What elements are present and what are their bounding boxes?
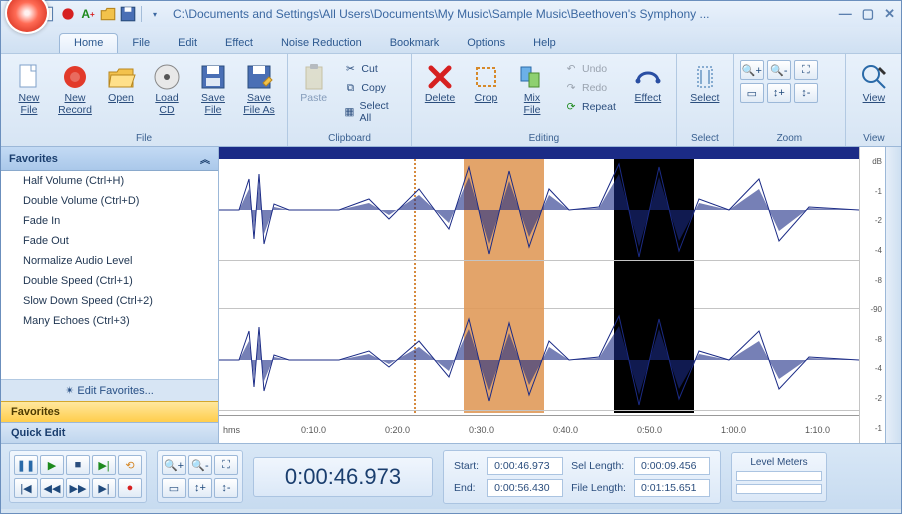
zoom-vout-2-button[interactable]: ↕- [214,478,238,498]
zoom-fit-button[interactable]: ⛶ [794,60,818,80]
sel-length-value: 0:00:09.456 [634,457,710,475]
zoom-out-button[interactable]: 🔍- [767,60,791,80]
zoom-v-in-button[interactable]: ↕+ [767,83,791,103]
scissors-icon: ✂ [343,62,357,76]
play-button[interactable]: ▶ [40,455,64,475]
list-item[interactable]: Double Volume (Ctrl+D) [1,191,218,211]
collapse-icon[interactable]: ︽ [200,151,210,166]
paste-button[interactable]: Paste [294,58,333,108]
favorites-list: Half Volume (Ctrl+H) Double Volume (Ctrl… [1,171,218,379]
save-file-button[interactable]: SaveFile [191,58,235,119]
list-item[interactable]: Fade In [1,211,218,231]
list-item[interactable]: Half Volume (Ctrl+H) [1,171,218,191]
waveform-canvas[interactable]: hms 0:10.0 0:20.0 0:30.0 0:40.0 0:50.0 1… [219,147,859,443]
vertical-scrollbar[interactable] [885,147,901,443]
select-button[interactable]: Select [683,58,727,108]
new-record-button[interactable]: NewRecord [53,58,97,119]
app-menu-button[interactable] [5,0,49,34]
select-all-icon: ▦ [343,105,355,119]
group-label-editing: Editing [412,131,676,146]
group-label-file: File [1,131,287,146]
list-item[interactable]: Normalize Audio Level [1,251,218,271]
tab-file[interactable]: File [118,34,164,53]
group-label-select: Select [677,131,733,146]
go-end-button[interactable]: ▶| [92,478,116,498]
list-item[interactable]: Fade Out [1,231,218,251]
sidebar-cat-favorites[interactable]: Favorites [1,401,218,422]
rewind-button[interactable]: ◀◀ [40,478,64,498]
zoom-sel-2-button[interactable]: ▭ [162,478,186,498]
list-item[interactable]: Slow Down Speed (Ctrl+2) [1,291,218,311]
save-as-button[interactable]: SaveFile As [237,58,281,119]
group-label-view: View [846,131,902,146]
repeat-button[interactable]: ⟳Repeat [560,98,620,116]
cut-button[interactable]: ✂Cut [339,60,401,78]
undo-icon: ↶ [564,62,578,76]
redo-button[interactable]: ↷Redo [560,79,620,97]
tab-edit[interactable]: Edit [164,34,211,53]
minimize-button[interactable]: — [839,6,852,22]
level-meters: Level Meters [731,452,827,502]
start-value: 0:00:46.973 [487,457,563,475]
tab-effect[interactable]: Effect [211,34,267,53]
time-ruler[interactable]: hms 0:10.0 0:20.0 0:30.0 0:40.0 0:50.0 1… [219,415,859,443]
view-button[interactable]: View [852,58,896,108]
maximize-button[interactable]: ▢ [862,6,874,22]
group-label-zoom: Zoom [734,131,845,146]
copy-button[interactable]: ⧉Copy [339,79,401,97]
zoom-controls: 🔍+ 🔍- ⛶ ▭ ↕+ ↕- [157,450,243,503]
qt-record-icon[interactable] [59,5,77,23]
time-display: 0:00:46.973 [253,457,433,497]
stop-button[interactable]: ■ [66,455,90,475]
crop-button[interactable]: Crop [464,58,508,108]
edit-favorites-button[interactable]: ✴ Edit Favorites... [1,379,218,401]
window-title: C:\Documents and Settings\All Users\Docu… [165,7,839,21]
file-length-value: 0:01:15.651 [634,479,710,497]
selection-info: Start:0:00:46.973 Sel Length:0:00:09.456… [454,457,710,497]
load-cd-button[interactable]: LoadCD [145,58,189,119]
list-item[interactable]: Many Echoes (Ctrl+3) [1,311,218,331]
qt-font-icon[interactable]: A+ [79,5,97,23]
sidebar-cat-quickedit[interactable]: Quick Edit [1,422,218,443]
tab-home[interactable]: Home [59,33,118,53]
mix-file-button[interactable]: MixFile [510,58,554,119]
qt-save-icon[interactable] [119,5,137,23]
repeat-icon: ⟳ [564,100,578,114]
delete-button[interactable]: Delete [418,58,462,108]
forward-button[interactable]: ▶▶ [66,478,90,498]
play-sel-button[interactable]: ▶| [92,455,116,475]
end-value: 0:00:56.430 [487,479,563,497]
open-button[interactable]: Open [99,58,143,108]
group-label-clipboard: Clipboard [288,131,411,146]
transport-controls: ❚❚ ▶ ■ ▶| ⟲ |◀ ◀◀ ▶▶ ▶| ● [9,450,147,503]
close-button[interactable]: ✕ [884,6,895,22]
db-scale: dB -1 -2 -4 -8 -90 -8 -4 -2 -1 [859,147,885,443]
zoom-in-2-button[interactable]: 🔍+ [162,455,186,475]
new-file-button[interactable]: NewFile [7,58,51,119]
qt-open-icon[interactable] [99,5,117,23]
tab-help[interactable]: Help [519,34,570,53]
loop-button[interactable]: ⟲ [118,455,142,475]
undo-button[interactable]: ↶Undo [560,60,620,78]
ribbon-tabs: Home File Edit Effect Noise Reduction Bo… [59,29,570,53]
record-button[interactable]: ● [118,478,142,498]
zoom-fit-2-button[interactable]: ⛶ [214,455,238,475]
pause-button[interactable]: ❚❚ [14,455,38,475]
zoom-in-button[interactable]: 🔍+ [740,60,764,80]
list-item[interactable]: Double Speed (Ctrl+1) [1,271,218,291]
qt-dropdown-icon[interactable]: ▾ [146,5,164,23]
copy-icon: ⧉ [343,81,357,95]
tab-options[interactable]: Options [453,34,519,53]
zoom-sel-button[interactable]: ▭ [740,83,764,103]
redo-icon: ↷ [564,81,578,95]
sidebar-header: Favorites [9,153,58,165]
zoom-v-out-button[interactable]: ↕- [794,83,818,103]
zoom-vin-2-button[interactable]: ↕+ [188,478,212,498]
go-start-button[interactable]: |◀ [14,478,38,498]
tab-noise[interactable]: Noise Reduction [267,34,376,53]
zoom-out-2-button[interactable]: 🔍- [188,455,212,475]
effect-button[interactable]: Effect [626,58,670,108]
select-all-button[interactable]: ▦Select All [339,98,401,126]
tab-bookmark[interactable]: Bookmark [376,34,454,53]
